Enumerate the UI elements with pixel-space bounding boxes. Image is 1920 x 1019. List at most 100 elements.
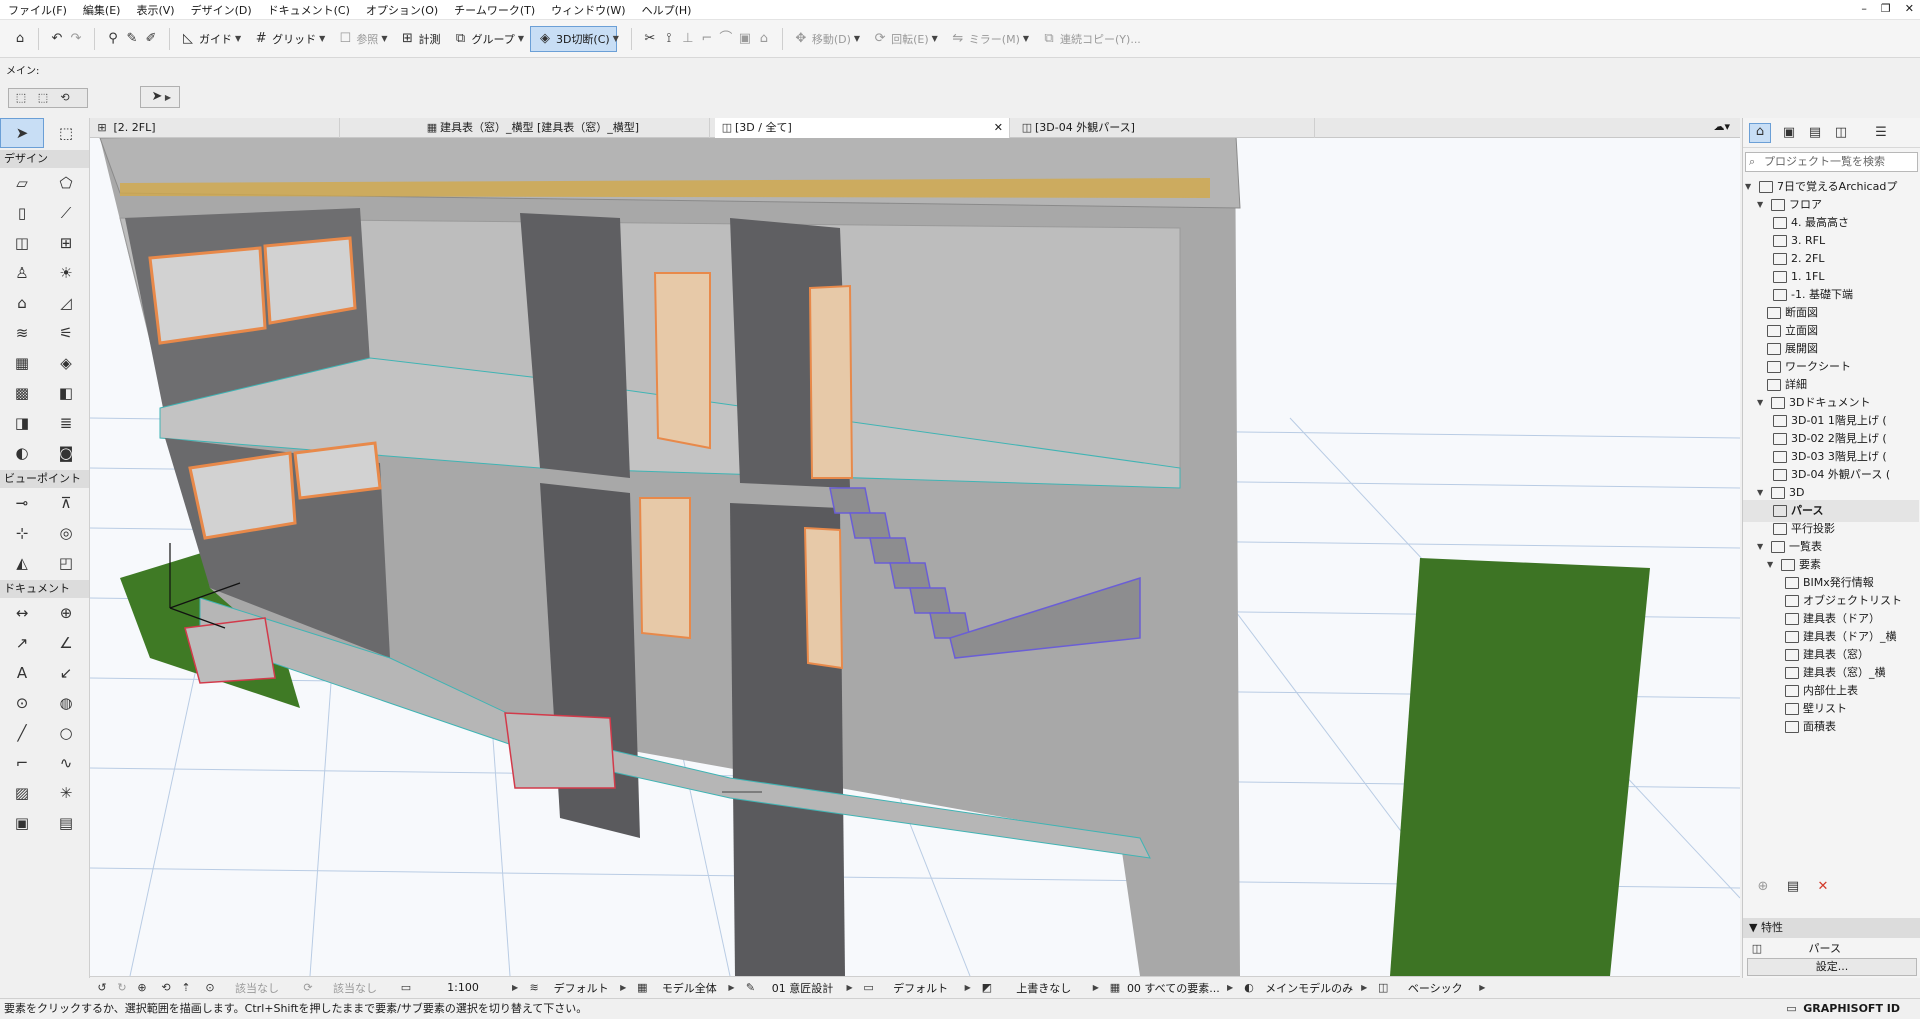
zoom-fit-field[interactable]: ⊙ 該当なし xyxy=(198,980,296,996)
syringe-icon[interactable]: ✐ xyxy=(143,31,159,47)
structure-display-field[interactable]: ◐ メインモデルのみ ▶ xyxy=(1237,980,1371,996)
camera-tool-icon[interactable]: ◰ xyxy=(44,548,88,578)
tab-3d-all[interactable]: ◫ [3D / 全て] ✕ xyxy=(715,118,1010,138)
navigator-menu-icon[interactable]: ☰ xyxy=(1873,125,1889,141)
toolbox-document-header[interactable]: ドキュメント xyxy=(0,580,89,598)
skylight-tool-icon[interactable]: ◨ xyxy=(0,408,44,438)
ceiling-tool-icon[interactable]: ≣ xyxy=(44,408,88,438)
arrow-tool-select[interactable]: ➤ ▶ xyxy=(140,86,180,108)
marquee-dotted-icon[interactable]: ⬚ xyxy=(35,90,51,106)
offset-icon[interactable]: ▣ xyxy=(737,31,753,47)
toolbox-viewpoint-header[interactable]: ビューポイント xyxy=(0,470,89,488)
adjust-icon[interactable]: ⊥ xyxy=(680,31,696,47)
polyline-tool-icon[interactable]: ⌐ xyxy=(0,748,44,778)
3d-viewport[interactable] xyxy=(90,138,1740,976)
interior-elevation-tool-icon[interactable]: ⊹ xyxy=(0,518,44,548)
menu-design[interactable]: デザイン(D) xyxy=(183,2,260,18)
detail-tool-icon[interactable]: ◭ xyxy=(0,548,44,578)
rotate-view-field[interactable]: ⟳ 該当なし xyxy=(296,980,394,996)
hotspot-tool-icon[interactable]: ✳ xyxy=(44,778,88,808)
project-map-icon[interactable]: ⌂ xyxy=(1749,122,1771,143)
restore-icon[interactable]: ❐ xyxy=(1881,2,1891,15)
figure-tool-icon[interactable]: ▣ xyxy=(0,808,44,838)
lamp-tool-icon[interactable]: ☀ xyxy=(44,258,88,288)
change-tool-icon[interactable]: ◍ xyxy=(44,688,88,718)
menu-options[interactable]: オプション(O) xyxy=(358,2,446,18)
stamp-tool-icon[interactable]: ◙ xyxy=(44,438,88,468)
tab-window-schedule[interactable]: ▦ 建具表（窓）_横型 [建具表（窓）_横型] xyxy=(420,118,710,138)
worksheet-tool-icon[interactable]: ◎ xyxy=(44,518,88,548)
settings-icon[interactable]: ▤ xyxy=(1785,879,1801,895)
wall-tool-icon[interactable]: ▱ xyxy=(0,168,44,198)
scale-field[interactable]: ▭ 1:100 ▶ xyxy=(394,980,522,996)
cut-3d-dropdown[interactable]: ▼ xyxy=(613,34,619,43)
redo-icon[interactable]: ↷ xyxy=(68,31,84,47)
fill-tool-icon[interactable]: ▨ xyxy=(0,778,44,808)
section-tool-icon[interactable]: ⊸ xyxy=(0,488,44,518)
zoom-undo-icon[interactable]: ↺ xyxy=(94,980,110,996)
menu-file[interactable]: ファイル(F) xyxy=(0,2,75,18)
walk-icon[interactable]: ⇡ xyxy=(178,980,194,996)
pick-up-icon[interactable]: ⚲ xyxy=(105,31,121,47)
dimension-tool-icon[interactable]: ↔ xyxy=(0,598,44,628)
explode-icon[interactable]: ⌂ xyxy=(756,31,772,47)
tab-menu-icon[interactable]: ☁▾ xyxy=(1713,120,1730,133)
mesh-tool-icon[interactable]: ▩ xyxy=(0,378,44,408)
rotate-view-icon[interactable]: ⟲ xyxy=(57,90,73,106)
3d-style-field[interactable]: ◫ ベーシック ▶ xyxy=(1371,980,1489,996)
openings-tool-icon[interactable]: ◐ xyxy=(0,438,44,468)
beam-tool-icon[interactable]: ⟋ xyxy=(44,198,88,228)
zoom-redo-icon[interactable]: ↻ xyxy=(114,980,130,996)
morph-tool-icon[interactable]: ◈ xyxy=(44,348,88,378)
renovation-filter-field[interactable]: ▦ 00 すべての要素... ▶ xyxy=(1103,980,1237,996)
graphisoft-id-button[interactable]: ▭ GRAPHISOFT ID xyxy=(1783,999,1900,1019)
slab-tool-icon[interactable]: ⬠ xyxy=(44,168,88,198)
zoom-in-icon[interactable]: ⊕ xyxy=(134,980,150,996)
window-tool-icon[interactable]: ⊞ xyxy=(44,228,88,258)
settings-button[interactable]: 設定... xyxy=(1747,958,1917,976)
drawing-tool-icon[interactable]: ▤ xyxy=(44,808,88,838)
move-button[interactable]: ✥ 移動(D) ▼ xyxy=(787,26,866,52)
menu-view[interactable]: 表示(V) xyxy=(128,2,182,18)
circle-tool-icon[interactable]: ○ xyxy=(44,718,88,748)
grid-button[interactable]: # グリッド ▼ xyxy=(247,26,331,52)
orbit-icon[interactable]: ⟲ xyxy=(158,980,174,996)
dimension-field[interactable]: ▭ デフォルト ▶ xyxy=(857,980,975,996)
properties-header[interactable]: ▼ 特性 xyxy=(1743,918,1920,938)
layer-combination-field[interactable]: ≋ デフォルト ▶ xyxy=(522,980,630,996)
pen-set-field[interactable]: ✎ 01 意匠設計 ▶ xyxy=(738,980,856,996)
stair-tool-icon[interactable]: ≋ xyxy=(0,318,44,348)
guide-button[interactable]: ◺ ガイド ▼ xyxy=(174,26,247,52)
multiply-button[interactable]: ⧉ 連続コピー(Y)... xyxy=(1035,26,1147,52)
arrow-tool-icon[interactable]: ➤ xyxy=(0,118,44,148)
tab-close-icon[interactable]: ✕ xyxy=(994,118,1003,138)
publisher-sets-icon[interactable]: ◫ xyxy=(1833,125,1849,141)
text-tool-icon[interactable]: A xyxy=(0,658,44,688)
marquee-icon[interactable]: ⬚ xyxy=(13,90,29,106)
menu-window[interactable]: ウィンドウ(W) xyxy=(543,2,633,18)
selection-method-group[interactable]: ⬚ ⬚ ⟲ xyxy=(8,88,88,108)
door-tool-icon[interactable]: ◫ xyxy=(0,228,44,258)
zone-tool-icon[interactable]: ◧ xyxy=(44,378,88,408)
model-view-field[interactable]: ▦ モデル全体 ▶ xyxy=(630,980,738,996)
menu-teamwork[interactable]: チームワーク(T) xyxy=(446,2,543,18)
reference-button[interactable]: ☐ 参照 ▼ xyxy=(331,26,393,52)
view-map-icon[interactable]: ▣ xyxy=(1781,125,1797,141)
layout-book-icon[interactable]: ▤ xyxy=(1807,125,1823,141)
home-icon[interactable]: ⌂ xyxy=(12,31,28,47)
rotate-button[interactable]: ⟳ 回転(E) ▼ xyxy=(866,26,944,52)
level-dimension-tool-icon[interactable]: ⊕ xyxy=(44,598,88,628)
radial-dimension-tool-icon[interactable]: ↗ xyxy=(0,628,44,658)
cut-3d-button[interactable]: ◈ 3D切断(C) xyxy=(529,25,617,52)
tab-3d-04[interactable]: ◫ [3D-04 外観パース] xyxy=(1015,118,1315,138)
railing-tool-icon[interactable]: ⚟ xyxy=(44,318,88,348)
angle-dimension-tool-icon[interactable]: ∠ xyxy=(44,628,88,658)
navigator-search-input[interactable]: ⌕ プロジェクト一覧を検索 xyxy=(1745,152,1918,172)
intersect-icon[interactable]: ⌐ xyxy=(699,31,715,47)
column-tool-icon[interactable]: ▯ xyxy=(0,198,44,228)
curtain-wall-tool-icon[interactable]: ▦ xyxy=(0,348,44,378)
shell-tool-icon[interactable]: ◿ xyxy=(44,288,88,318)
close-icon[interactable]: ✕ xyxy=(1905,2,1914,15)
group-button[interactable]: ⧉ グループ ▼ xyxy=(446,26,530,52)
grid-element-tool-icon[interactable]: ⊙ xyxy=(0,688,44,718)
